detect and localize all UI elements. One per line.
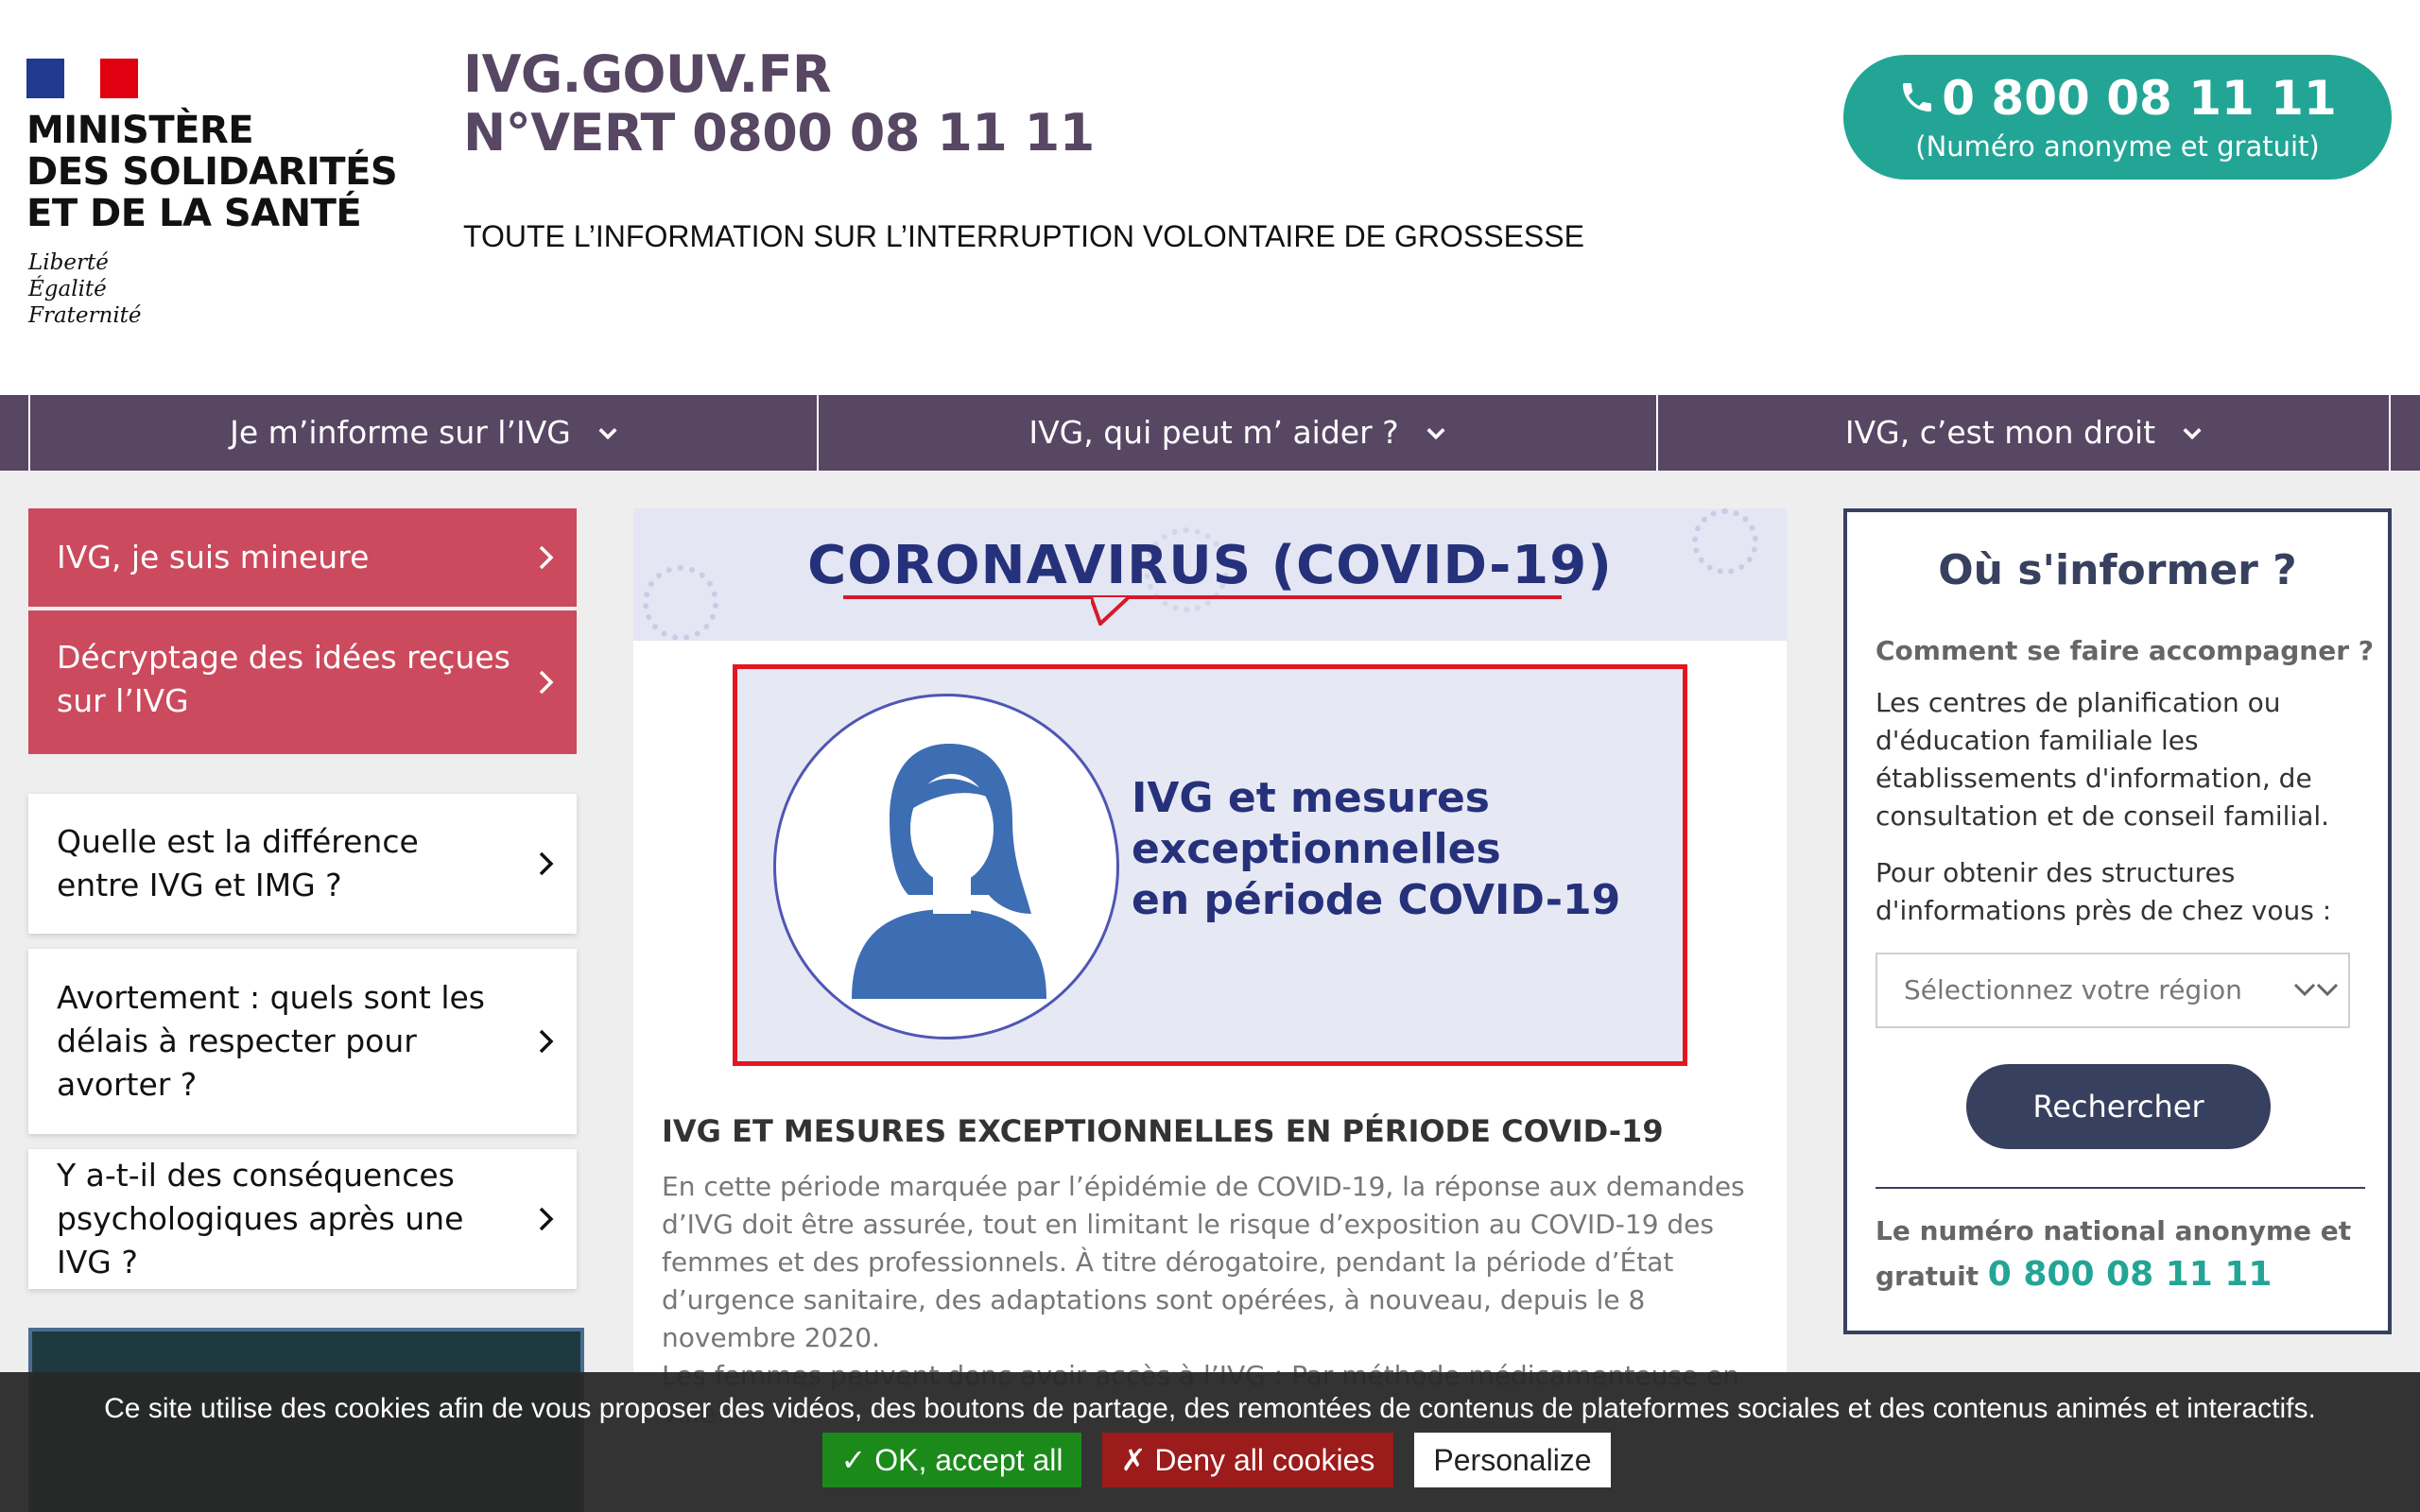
chevron-right-icon [539,1207,554,1231]
banner-underline [843,595,1562,599]
nav-item-label: Je m’informe sur l’IVG [230,414,571,451]
chevron-down-icon [598,428,617,440]
personalize-cookies-button[interactable]: Personalize [1414,1433,1611,1487]
region-select[interactable]: Sélectionnez votre région [1876,953,2350,1028]
nav-item-qui-peut-aider[interactable]: IVG, qui peut m’ aider ? [817,395,1656,471]
speech-tail-icon [1091,597,1129,626]
site-tagline: TOUTE L’INFORMATION SUR L’INTERRUPTION V… [463,219,1584,253]
info-panel-title: Où s'informer ? [1938,546,2297,594]
search-button[interactable]: Rechercher [1966,1064,2271,1149]
cookie-message: Ce site utilise des cookies afin de vous… [104,1393,2316,1424]
info-panel-text: Les centres de planification ou d'éducat… [1876,687,2330,832]
chevron-right-icon [539,1029,554,1054]
phone-icon [1903,83,1932,112]
sidebar-item-label: IVG, je suis mineure [57,539,370,576]
hotline-subtitle: (Numéro anonyme et gratuit) [1915,130,2320,163]
sidebar-item-mineure[interactable]: IVG, je suis mineure [28,508,577,607]
faq-item-delais[interactable]: Avortement : quels sont les délais à res… [28,949,577,1134]
covid-visual: IVG et mesures exceptionnelles en périod… [733,664,1687,1066]
info-panel: Où s'informer ? Comment se faire accompa… [1843,508,2392,1334]
covid-article: CORONAVIRUS (COVID-19) IVG et mesures ex… [633,508,1787,1512]
article-paragraph: En cette période marquée par l’épidémie … [662,1171,1745,1353]
chevron-right-icon [539,851,554,876]
ministry-motto: Liberté Égalité Fraternité [28,250,142,328]
site-header: MINISTÈRE DES SOLIDARITÉS ET DE LA SANTÉ… [0,0,2420,395]
chevron-down-icon [2183,428,2202,440]
hotline-number: 0 800 08 11 11 [1942,71,2337,126]
covid-banner: CORONAVIRUS (COVID-19) [633,508,1787,641]
woman-avatar-icon [773,694,1119,1040]
sidebar-item-label: Décryptage des idées reçues sur l’IVG [57,639,510,719]
chevron-down-icon [1426,428,1445,440]
banner-title: CORONAVIRUS (COVID-19) [807,535,1613,596]
info-panel-subtitle: Comment se faire accompagner ? [1876,635,2375,666]
region-select-value: Sélectionnez votre région [1904,974,2242,1005]
nav-item-je-m-informe[interactable]: Je m’informe sur l’IVG [28,395,818,471]
accept-all-cookies-button[interactable]: ✓ OK, accept all [822,1433,1081,1487]
faq-item-label: Y a-t-il des conséquences psychologiques… [57,1157,464,1280]
nav-divider [2389,395,2391,471]
nav-item-label: IVG, qui peut m’ aider ? [1028,414,1399,451]
info-panel-text: Pour obtenir des structures d'informatio… [1876,857,2332,926]
faq-item-ivg-img[interactable]: Quelle est la différence entre IVG et IM… [28,794,577,934]
marianne-flag-icon [26,59,138,98]
national-number-text: Le numéro national anonyme et gratuit 0 … [1876,1210,2367,1298]
chevron-down-icon [2293,983,2339,997]
deny-all-cookies-button[interactable]: ✗ Deny all cookies [1102,1433,1393,1487]
ministry-logo[interactable]: MINISTÈRE DES SOLIDARITÉS ET DE LA SANTÉ… [26,57,405,340]
faq-item-consequences[interactable]: Y a-t-il des conséquences psychologiques… [28,1149,577,1289]
site-title[interactable]: IVG.GOUV.FR N°VERT 0800 08 11 11 [463,45,1095,163]
call-hotline-button[interactable]: 0 800 08 11 11 (Numéro anonyme et gratui… [1843,55,2392,180]
sidebar-item-idees-recues[interactable]: Décryptage des idées reçues sur l’IVG [28,610,577,754]
visual-caption: IVG et mesures exceptionnelles en périod… [1132,774,1621,924]
main-nav: Je m’informe sur l’IVG IVG, qui peut m’ … [0,395,2420,471]
faq-item-label: Quelle est la différence entre IVG et IM… [57,823,419,903]
divider [1876,1187,2365,1189]
nav-item-mon-droit[interactable]: IVG, c’est mon droit [1656,395,2390,471]
national-number-link[interactable]: 0 800 08 11 11 [1988,1255,2273,1294]
chevron-right-icon [539,545,554,570]
faq-item-label: Avortement : quels sont les délais à res… [57,979,485,1103]
ministry-name: MINISTÈRE DES SOLIDARITÉS ET DE LA SANTÉ [26,109,398,235]
nav-item-label: IVG, c’est mon droit [1844,414,2156,451]
cookie-banner: Ce site utilise des cookies afin de vous… [0,1372,2420,1512]
chevron-right-icon [539,670,554,695]
article-title: IVG ET MESURES EXCEPTIONNELLES EN PÉRIOD… [662,1113,1664,1149]
